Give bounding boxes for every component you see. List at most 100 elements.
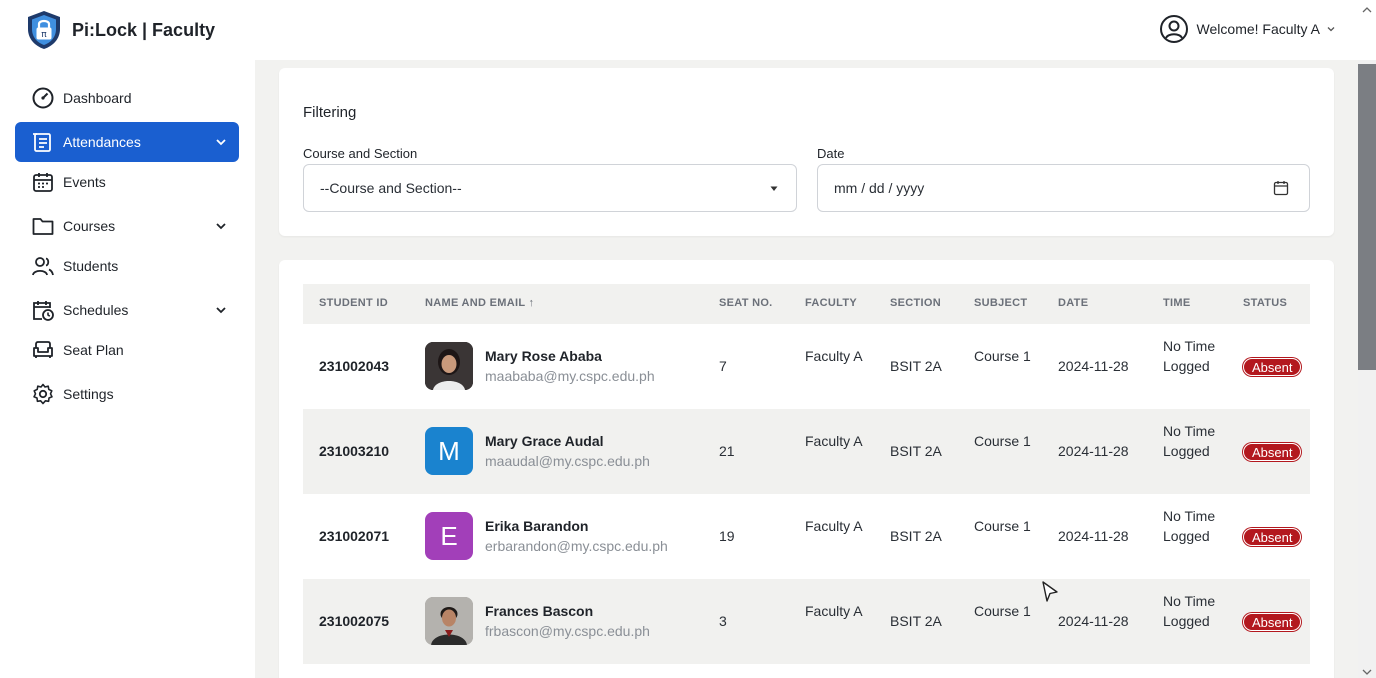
folder-icon [31, 214, 55, 238]
student-avatar: E [425, 512, 473, 560]
page-scrollbar[interactable] [1358, 7, 1376, 678]
users-icon [31, 254, 55, 278]
sidebar-item-schedules[interactable]: Schedules [15, 290, 239, 330]
svg-text:π: π [41, 30, 47, 40]
gauge-icon [31, 86, 55, 110]
user-menu[interactable]: Welcome! Faculty A [1159, 14, 1336, 44]
caret-down-icon [770, 186, 778, 191]
seat-no: 7 [719, 358, 727, 374]
time: No Time Logged [1163, 423, 1216, 459]
header-subject[interactable]: SUBJECT [974, 297, 1027, 309]
date-placeholder: mm / dd / yyyy [834, 180, 925, 196]
chevron-down-icon [1327, 27, 1335, 32]
section: BSIT 2A [890, 613, 942, 629]
header-time[interactable]: TIME [1163, 297, 1190, 309]
time: No Time Logged [1163, 508, 1216, 544]
brand-name: Pi:Lock | Faculty [72, 19, 216, 40]
sidebar-item-label: Schedules [63, 302, 129, 318]
table-row[interactable]: 231002075 Frances Bascon frbascon@my.csp… [303, 579, 1310, 664]
student-photo [425, 342, 473, 390]
section: BSIT 2A [890, 528, 942, 544]
sidebar-item-attendances[interactable]: Attendances [15, 122, 239, 162]
faculty: Faculty A [805, 603, 863, 619]
welcome-text: Welcome! Faculty A [1196, 21, 1320, 37]
header-name-email[interactable]: NAME AND EMAIL ↑ [425, 297, 534, 309]
status-badge: Absent [1243, 443, 1302, 461]
scroll-up-arrow-icon[interactable] [1362, 6, 1372, 14]
seat-no: 21 [719, 443, 735, 459]
date: 2024-11-28 [1058, 358, 1129, 374]
sidebar-item-events[interactable]: Events [15, 162, 239, 202]
student-photo [425, 597, 473, 645]
seat-no: 19 [719, 528, 735, 544]
calendar-icon [31, 170, 55, 194]
date: 2024-11-28 [1058, 443, 1129, 459]
table-row[interactable]: 231002071 E Erika Barandon erbarandon@my… [303, 494, 1310, 579]
student-email: frbascon@my.cspc.edu.ph [485, 623, 650, 639]
sidebar-item-seat-plan[interactable]: Seat Plan [15, 330, 239, 370]
student-id: 231002075 [319, 613, 390, 629]
date: 2024-11-28 [1058, 613, 1129, 629]
sidebar-item-label: Students [63, 258, 119, 274]
status-badge: Absent [1243, 528, 1302, 546]
faculty: Faculty A [805, 348, 863, 364]
filter-title: Filtering [303, 104, 357, 121]
date-input[interactable]: mm / dd / yyyy [817, 164, 1310, 212]
sidebar-item-label: Dashboard [63, 90, 132, 106]
student-name: Mary Grace Audal [485, 433, 604, 449]
subject: Course 1 [974, 433, 1031, 449]
student-avatar: M [425, 427, 473, 475]
main-content: Filtering Course and Section --Course an… [255, 60, 1358, 678]
sidebar-item-label: Courses [63, 218, 116, 234]
faculty: Faculty A [805, 433, 863, 449]
mouse-cursor-icon [1042, 581, 1058, 602]
calendar-icon[interactable] [1273, 180, 1289, 196]
attendance-table: STUDENT ID NAME AND EMAIL ↑ SEAT NO. FAC… [279, 260, 1334, 678]
sidebar-item-students[interactable]: Students [15, 246, 239, 286]
header-faculty[interactable]: FACULTY [805, 297, 857, 309]
student-name: Frances Bascon [485, 603, 594, 619]
armchair-icon [31, 338, 55, 362]
header-date[interactable]: DATE [1058, 297, 1088, 309]
course-section-select[interactable]: --Course and Section-- [303, 164, 797, 212]
course-section-label: Course and Section [303, 146, 418, 161]
section: BSIT 2A [890, 358, 942, 374]
chevron-down-icon [216, 139, 226, 146]
brand[interactable]: π Pi:Lock | Faculty [26, 10, 215, 50]
header-section[interactable]: SECTION [890, 297, 941, 309]
scroll-down-arrow-icon[interactable] [1362, 668, 1372, 676]
sidebar-item-settings[interactable]: Settings [15, 374, 239, 414]
table-row[interactable]: 231003210 M Mary Grace Audal maaudal@my.… [303, 409, 1310, 494]
avatar-letter: M [438, 435, 460, 466]
student-email: maababa@my.cspc.edu.ph [485, 368, 655, 384]
sidebar-item-label: Events [63, 174, 106, 190]
sidebar-item-dashboard[interactable]: Dashboard [15, 78, 239, 118]
student-name: Mary Rose Ababa [485, 348, 602, 364]
subject: Course 1 [974, 518, 1031, 534]
date-label: Date [817, 146, 845, 161]
course-section-value: --Course and Section-- [320, 180, 462, 196]
filter-card: Filtering Course and Section --Course an… [279, 68, 1334, 236]
scrollbar-thumb[interactable] [1358, 64, 1376, 370]
header-seat-no[interactable]: SEAT NO. [719, 297, 773, 309]
student-id: 231003210 [319, 443, 390, 459]
header-status[interactable]: STATUS [1243, 297, 1287, 309]
sidebar-item-label: Seat Plan [63, 342, 124, 358]
sidebar-item-courses[interactable]: Courses [15, 206, 239, 246]
chevron-down-icon [216, 307, 226, 314]
faculty: Faculty A [805, 518, 863, 534]
status-badge: Absent [1243, 613, 1302, 631]
shield-lock-logo-icon: π [28, 11, 60, 49]
student-avatar [425, 597, 473, 645]
avatar-letter: E [440, 520, 458, 551]
table-row[interactable]: 231002043 Mary Rose Ababa maababa@my.csp… [303, 324, 1310, 409]
section: BSIT 2A [890, 443, 942, 459]
user-circle-icon [1159, 15, 1188, 43]
sidebar-item-label: Attendances [63, 134, 141, 150]
seat-no: 3 [719, 613, 727, 629]
sidebar: Dashboard Attendances Events Courses Stu… [0, 60, 255, 678]
chevron-down-icon [216, 223, 226, 230]
header-student-id[interactable]: STUDENT ID [319, 297, 388, 309]
gear-icon [31, 382, 55, 406]
student-id: 231002071 [319, 528, 390, 544]
